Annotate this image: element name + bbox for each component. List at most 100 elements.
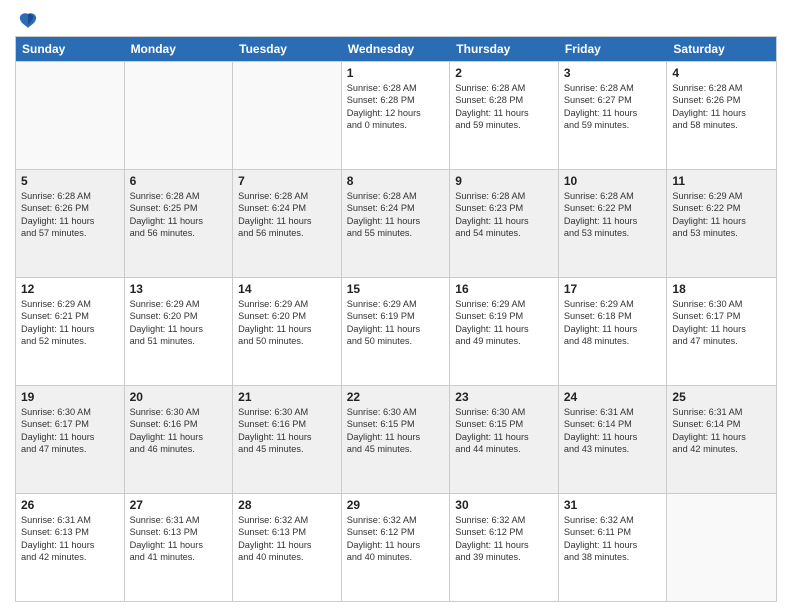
day-of-week-header: Monday (125, 37, 234, 61)
cell-info-line: Daylight: 11 hours (672, 431, 771, 443)
cell-info-line: Sunrise: 6:28 AM (21, 190, 119, 202)
cell-info-line: Daylight: 11 hours (130, 431, 228, 443)
day-of-week-header: Wednesday (342, 37, 451, 61)
cell-info-line: and 45 minutes. (238, 443, 336, 455)
cell-info-line: Daylight: 11 hours (21, 215, 119, 227)
cell-info-line: Sunset: 6:24 PM (347, 202, 445, 214)
calendar-body: 1Sunrise: 6:28 AMSunset: 6:28 PMDaylight… (16, 61, 776, 601)
cell-info-line: Sunset: 6:20 PM (130, 310, 228, 322)
day-cell: 24Sunrise: 6:31 AMSunset: 6:14 PMDayligh… (559, 386, 668, 493)
cell-info-line: Daylight: 11 hours (238, 431, 336, 443)
cell-info-line: Sunset: 6:11 PM (564, 526, 662, 538)
day-number: 21 (238, 390, 336, 404)
cell-info-line: and 38 minutes. (564, 551, 662, 563)
day-number: 30 (455, 498, 553, 512)
cell-info-line: Daylight: 11 hours (347, 323, 445, 335)
day-cell: 20Sunrise: 6:30 AMSunset: 6:16 PMDayligh… (125, 386, 234, 493)
day-number: 16 (455, 282, 553, 296)
cell-info-line: Daylight: 11 hours (21, 431, 119, 443)
cell-info-line: Sunset: 6:17 PM (672, 310, 771, 322)
cell-info-line: Daylight: 11 hours (672, 107, 771, 119)
cell-info-line: Daylight: 11 hours (455, 431, 553, 443)
cell-info-line: Sunset: 6:19 PM (347, 310, 445, 322)
logo-bird-icon (17, 10, 39, 32)
cell-info-line: Daylight: 11 hours (347, 215, 445, 227)
cell-info-line: Daylight: 11 hours (130, 323, 228, 335)
cell-info-line: Sunrise: 6:32 AM (455, 514, 553, 526)
cell-info-line: Sunrise: 6:28 AM (130, 190, 228, 202)
empty-cell (233, 62, 342, 169)
day-number: 24 (564, 390, 662, 404)
cell-info-line: Sunset: 6:17 PM (21, 418, 119, 430)
cell-info-line: and 40 minutes. (347, 551, 445, 563)
cell-info-line: Daylight: 11 hours (455, 107, 553, 119)
day-cell: 19Sunrise: 6:30 AMSunset: 6:17 PMDayligh… (16, 386, 125, 493)
cell-info-line: Sunrise: 6:31 AM (564, 406, 662, 418)
day-cell: 1Sunrise: 6:28 AMSunset: 6:28 PMDaylight… (342, 62, 451, 169)
cell-info-line: Sunrise: 6:30 AM (672, 298, 771, 310)
day-number: 31 (564, 498, 662, 512)
cell-info-line: Sunrise: 6:30 AM (130, 406, 228, 418)
day-cell: 9Sunrise: 6:28 AMSunset: 6:23 PMDaylight… (450, 170, 559, 277)
cell-info-line: Sunrise: 6:31 AM (130, 514, 228, 526)
cell-info-line: Sunrise: 6:29 AM (347, 298, 445, 310)
cell-info-line: and 51 minutes. (130, 335, 228, 347)
day-cell: 26Sunrise: 6:31 AMSunset: 6:13 PMDayligh… (16, 494, 125, 601)
cell-info-line: Sunset: 6:27 PM (564, 94, 662, 106)
day-cell: 16Sunrise: 6:29 AMSunset: 6:19 PMDayligh… (450, 278, 559, 385)
cell-info-line: and 57 minutes. (21, 227, 119, 239)
page: SundayMondayTuesdayWednesdayThursdayFrid… (0, 0, 792, 612)
cell-info-line: Sunrise: 6:28 AM (455, 190, 553, 202)
day-number: 10 (564, 174, 662, 188)
day-cell: 5Sunrise: 6:28 AMSunset: 6:26 PMDaylight… (16, 170, 125, 277)
cell-info-line: and 40 minutes. (238, 551, 336, 563)
day-cell: 22Sunrise: 6:30 AMSunset: 6:15 PMDayligh… (342, 386, 451, 493)
day-number: 8 (347, 174, 445, 188)
day-number: 5 (21, 174, 119, 188)
day-number: 2 (455, 66, 553, 80)
calendar-row: 26Sunrise: 6:31 AMSunset: 6:13 PMDayligh… (16, 493, 776, 601)
cell-info-line: Sunrise: 6:28 AM (347, 82, 445, 94)
cell-info-line: Sunset: 6:28 PM (455, 94, 553, 106)
cell-info-line: and 53 minutes. (672, 227, 771, 239)
day-number: 11 (672, 174, 771, 188)
cell-info-line: Sunset: 6:18 PM (564, 310, 662, 322)
day-cell: 13Sunrise: 6:29 AMSunset: 6:20 PMDayligh… (125, 278, 234, 385)
day-cell: 10Sunrise: 6:28 AMSunset: 6:22 PMDayligh… (559, 170, 668, 277)
day-cell: 2Sunrise: 6:28 AMSunset: 6:28 PMDaylight… (450, 62, 559, 169)
cell-info-line: Daylight: 11 hours (455, 539, 553, 551)
day-cell: 27Sunrise: 6:31 AMSunset: 6:13 PMDayligh… (125, 494, 234, 601)
cell-info-line: and 52 minutes. (21, 335, 119, 347)
cell-info-line: and 0 minutes. (347, 119, 445, 131)
cell-info-line: Daylight: 11 hours (672, 215, 771, 227)
day-cell: 6Sunrise: 6:28 AMSunset: 6:25 PMDaylight… (125, 170, 234, 277)
cell-info-line: Sunset: 6:25 PM (130, 202, 228, 214)
day-cell: 28Sunrise: 6:32 AMSunset: 6:13 PMDayligh… (233, 494, 342, 601)
day-number: 19 (21, 390, 119, 404)
cell-info-line: Sunset: 6:20 PM (238, 310, 336, 322)
day-cell: 25Sunrise: 6:31 AMSunset: 6:14 PMDayligh… (667, 386, 776, 493)
cell-info-line: Sunrise: 6:32 AM (347, 514, 445, 526)
cell-info-line: Daylight: 11 hours (564, 107, 662, 119)
cell-info-line: Sunset: 6:19 PM (455, 310, 553, 322)
cell-info-line: Sunrise: 6:29 AM (455, 298, 553, 310)
day-of-week-header: Saturday (667, 37, 776, 61)
cell-info-line: Sunrise: 6:32 AM (564, 514, 662, 526)
day-number: 7 (238, 174, 336, 188)
cell-info-line: Sunrise: 6:28 AM (238, 190, 336, 202)
cell-info-line: Sunrise: 6:28 AM (564, 82, 662, 94)
cell-info-line: Daylight: 11 hours (347, 539, 445, 551)
cell-info-line: Daylight: 11 hours (564, 323, 662, 335)
day-of-week-header: Tuesday (233, 37, 342, 61)
day-cell: 14Sunrise: 6:29 AMSunset: 6:20 PMDayligh… (233, 278, 342, 385)
cell-info-line: Sunrise: 6:28 AM (564, 190, 662, 202)
day-number: 17 (564, 282, 662, 296)
cell-info-line: and 58 minutes. (672, 119, 771, 131)
cell-info-line: and 54 minutes. (455, 227, 553, 239)
cell-info-line: Sunrise: 6:29 AM (672, 190, 771, 202)
cell-info-line: and 50 minutes. (347, 335, 445, 347)
day-number: 13 (130, 282, 228, 296)
cell-info-line: Sunset: 6:22 PM (564, 202, 662, 214)
day-cell: 3Sunrise: 6:28 AMSunset: 6:27 PMDaylight… (559, 62, 668, 169)
cell-info-line: and 47 minutes. (21, 443, 119, 455)
